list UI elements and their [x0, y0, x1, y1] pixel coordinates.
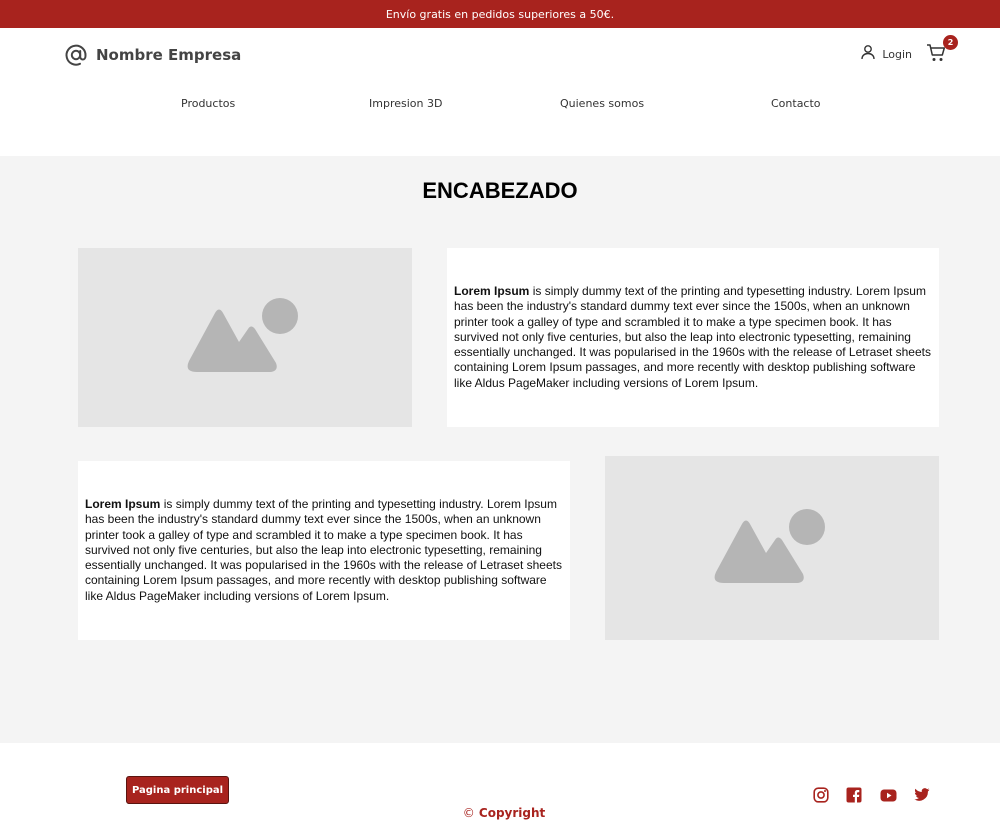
nav-item-quienes-somos[interactable]: Quienes somos — [560, 97, 644, 110]
card-paragraph: Lorem Ipsum is simply dummy text of the … — [85, 497, 563, 604]
youtube-icon[interactable] — [879, 786, 897, 804]
user-area: Login 2 — [860, 35, 958, 67]
image-placeholder-icon — [714, 506, 830, 591]
image-placeholder — [78, 248, 412, 427]
user-icon — [860, 44, 876, 65]
nav-item-impresion-3d[interactable]: Impresion 3D — [369, 97, 442, 110]
card-paragraph: Lorem Ipsum is simply dummy text of the … — [454, 284, 932, 391]
text-card: Lorem Ipsum is simply dummy text of the … — [78, 461, 570, 640]
facebook-icon[interactable] — [845, 786, 863, 804]
footer: Pagina principal © Copyright — [0, 743, 1000, 832]
main-nav: Productos Impresion 3D Quienes somos Con… — [0, 97, 1000, 113]
card-bold: Lorem Ipsum — [454, 283, 530, 298]
promo-bar: Envío gratis en pedidos superiores a 50€… — [0, 0, 1000, 28]
card-text: is simply dummy text of the printing and… — [454, 283, 931, 390]
at-icon — [64, 43, 88, 67]
login-link[interactable]: Login — [860, 44, 912, 65]
instagram-icon[interactable] — [812, 786, 830, 804]
nav-item-productos[interactable]: Productos — [181, 97, 235, 110]
page-heading: ENCABEZADO — [422, 178, 578, 203]
text-card: Lorem Ipsum is simply dummy text of the … — [447, 248, 939, 427]
brand-logo[interactable]: Nombre Empresa — [64, 43, 241, 67]
image-placeholder — [605, 456, 939, 640]
card-text: is simply dummy text of the printing and… — [85, 496, 562, 603]
cart-icon — [926, 44, 946, 67]
cart-button[interactable]: 2 — [926, 35, 958, 67]
content-section: ENCABEZADO Lorem Ipsum is simply dummy t… — [0, 156, 1000, 743]
image-placeholder-icon — [187, 295, 303, 380]
login-label: Login — [882, 47, 912, 61]
twitter-icon[interactable] — [913, 786, 931, 804]
nav-item-contacto[interactable]: Contacto — [771, 97, 821, 110]
promo-text: Envío gratis en pedidos superiores a 50€… — [385, 7, 615, 21]
cart-count-badge: 2 — [943, 35, 958, 50]
home-button[interactable]: Pagina principal — [126, 776, 229, 804]
copyright-icon: © — [462, 806, 475, 820]
card-bold: Lorem Ipsum — [85, 496, 161, 511]
copyright: © Copyright — [0, 806, 1000, 820]
brand-name: Nombre Empresa — [96, 46, 242, 64]
copyright-text: Copyright — [478, 806, 546, 820]
